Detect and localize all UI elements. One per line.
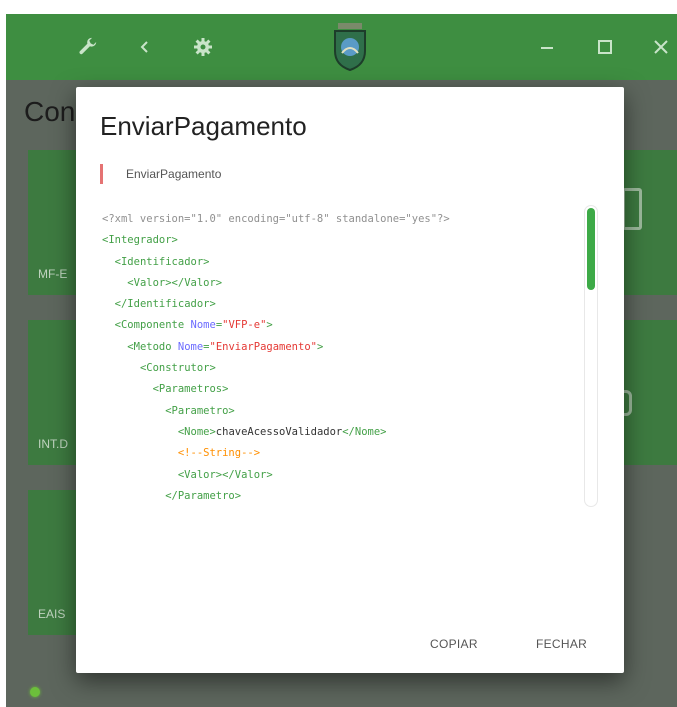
minimize-icon[interactable] bbox=[532, 32, 562, 62]
code-line: <Metodo Nome="EnviarPagamento"> bbox=[102, 337, 572, 358]
scrollbar-track[interactable] bbox=[584, 205, 598, 507]
code-line: <Valor></Valor> bbox=[102, 465, 572, 486]
code-line: <Parametros> bbox=[102, 379, 572, 400]
xml-dialog: EnviarPagamento EnviarPagamento <?xml ve… bbox=[76, 87, 624, 673]
subtitle-marker bbox=[100, 164, 103, 184]
status-dot bbox=[30, 687, 40, 697]
code-line: </Identificador> bbox=[102, 294, 572, 315]
code-token: <Integrador> bbox=[102, 234, 178, 247]
code-token: Nome bbox=[190, 319, 216, 332]
code-token: "EnviarPagamento" bbox=[209, 340, 317, 353]
card-label: MF-E bbox=[38, 267, 68, 281]
code-token: <Identificador> bbox=[114, 255, 210, 268]
code-line: <?xml version="1.0" encoding="utf-8" sta… bbox=[102, 209, 572, 230]
card-right-top[interactable] bbox=[618, 150, 677, 295]
back-chevron-icon[interactable] bbox=[130, 32, 160, 62]
code-line: <Integrador> bbox=[102, 230, 572, 251]
code-token: <!--String--> bbox=[177, 447, 261, 460]
xml-code-view[interactable]: <?xml version="1.0" encoding="utf-8" sta… bbox=[102, 209, 572, 505]
code-token: <Componente bbox=[114, 319, 191, 332]
gear-icon[interactable] bbox=[188, 32, 218, 62]
code-token: <Nome> bbox=[177, 425, 216, 438]
code-line: <Identificador> bbox=[102, 252, 572, 273]
dialog-subtitle: EnviarPagamento bbox=[126, 167, 222, 181]
copy-button[interactable]: COPIAR bbox=[424, 633, 484, 655]
code-token: </Identificador> bbox=[114, 298, 216, 311]
code-token: chaveAcessoValidador bbox=[215, 425, 343, 438]
card-right-middle[interactable] bbox=[618, 320, 677, 465]
card-label: EAIS bbox=[38, 607, 66, 621]
code-token: "VFP-e" bbox=[222, 319, 267, 332]
code-token: <Valor></Valor> bbox=[177, 468, 273, 481]
code-token: </Parametro> bbox=[165, 489, 242, 502]
code-line: <Parametro> bbox=[102, 401, 572, 422]
card-label: INT.D bbox=[38, 437, 68, 451]
close-icon[interactable] bbox=[646, 32, 676, 62]
crest-logo bbox=[330, 22, 370, 72]
code-line: <Componente Nome="VFP-e"> bbox=[102, 315, 572, 336]
card-device-icon bbox=[622, 188, 642, 230]
code-token: </Nome> bbox=[342, 425, 387, 438]
scrollbar-thumb[interactable] bbox=[587, 208, 595, 290]
code-token: > bbox=[266, 319, 273, 332]
code-line: <!--String--> bbox=[102, 443, 572, 464]
code-line: <Valor></Valor> bbox=[102, 273, 572, 294]
code-token: <Valor></Valor> bbox=[127, 276, 223, 289]
page-title: Con bbox=[24, 96, 76, 127]
code-token: Nome bbox=[177, 340, 204, 353]
code-line: <Nome>chaveAcessoValidador</Nome> bbox=[102, 422, 572, 443]
code-token: <Parametros> bbox=[152, 383, 229, 396]
wrench-icon[interactable] bbox=[72, 32, 102, 62]
titlebar bbox=[6, 14, 677, 80]
code-token: <Metodo bbox=[127, 340, 178, 353]
code-token: > bbox=[316, 340, 324, 353]
close-dialog-button[interactable]: FECHAR bbox=[530, 633, 593, 655]
code-line: </Parametro> bbox=[102, 486, 572, 505]
code-token: <?xml version="1.0" encoding="utf-8" sta… bbox=[102, 213, 450, 225]
code-token: <Construtor> bbox=[139, 362, 216, 375]
maximize-icon[interactable] bbox=[590, 32, 620, 62]
dialog-title: EnviarPagamento bbox=[100, 111, 307, 141]
code-token: <Parametro> bbox=[165, 404, 235, 417]
code-line: <Construtor> bbox=[102, 358, 572, 379]
